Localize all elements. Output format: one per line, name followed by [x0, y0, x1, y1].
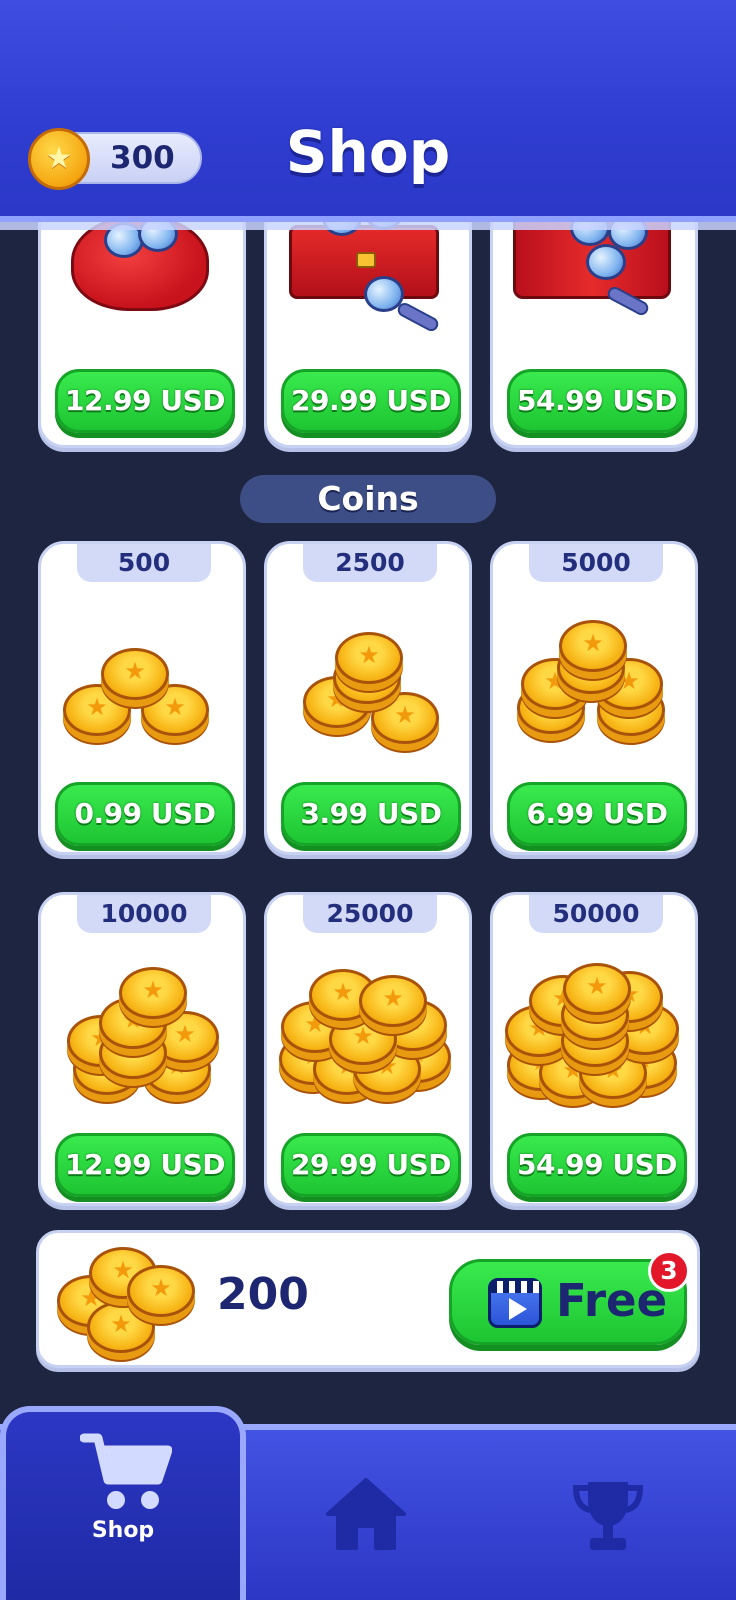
coin-stack-icon [505, 955, 685, 1113]
coin-pack-amount: 2500 [303, 544, 437, 582]
cart-icon [80, 1433, 172, 1509]
coin-pack-2500[interactable]: 2500 3.99 USD [264, 541, 472, 855]
coin-pile-icon [57, 1245, 207, 1357]
coin-pack-5000[interactable]: 5000 6.99 USD [490, 541, 698, 855]
coin-stack-icon [511, 618, 681, 758]
coin-pack-amount: 500 [77, 544, 211, 582]
coin-pack-amount: 25000 [303, 895, 437, 933]
coin-stack-icon [63, 644, 227, 754]
notification-badge: 3 [648, 1250, 690, 1292]
free-reward-amount: 200 [217, 1269, 309, 1320]
coin-pack-amount: 5000 [529, 544, 663, 582]
buy-button-25000[interactable]: 29.99 USD [281, 1133, 461, 1197]
nav-label-shop: Shop [91, 1518, 155, 1543]
free-video-button[interactable]: Free 3 [449, 1250, 690, 1345]
header-bar: ★ 300 Shop [0, 0, 736, 230]
section-label-coins: Coins [240, 475, 496, 523]
buy-button-500[interactable]: 0.99 USD [55, 782, 235, 846]
coin-pack-10000[interactable]: 10000 12.99 USD [38, 892, 246, 1206]
trophy-icon[interactable] [572, 1478, 644, 1552]
coin-pack-amount: 10000 [77, 895, 211, 933]
buy-button-10000[interactable]: 12.99 USD [55, 1133, 235, 1197]
buy-button-bag[interactable]: 12.99 USD [55, 369, 235, 433]
coin-pack-50000[interactable]: 50000 54.99 USD [490, 892, 698, 1206]
coin-stack-icon [279, 961, 459, 1111]
free-reward-bar: 200 Free 3 [36, 1230, 700, 1368]
buy-button-2500[interactable]: 3.99 USD [281, 782, 461, 846]
page-title: Shop [285, 118, 451, 186]
coin-pack-25000[interactable]: 25000 29.99 USD [264, 892, 472, 1206]
coin-stack-icon [289, 632, 453, 756]
video-clapper-icon [488, 1278, 542, 1328]
coin-stack-icon [63, 967, 227, 1111]
buy-button-5000[interactable]: 6.99 USD [507, 782, 687, 846]
treasure-chest-icon [289, 194, 441, 334]
buy-button-safe[interactable]: 54.99 USD [507, 369, 687, 433]
coin-pack-500[interactable]: 500 0.99 USD [38, 541, 246, 855]
coin-pack-amount: 50000 [529, 895, 663, 933]
buy-button-chest[interactable]: 29.99 USD [281, 369, 461, 433]
buy-button-50000[interactable]: 54.99 USD [507, 1133, 687, 1197]
home-icon[interactable] [326, 1478, 406, 1550]
